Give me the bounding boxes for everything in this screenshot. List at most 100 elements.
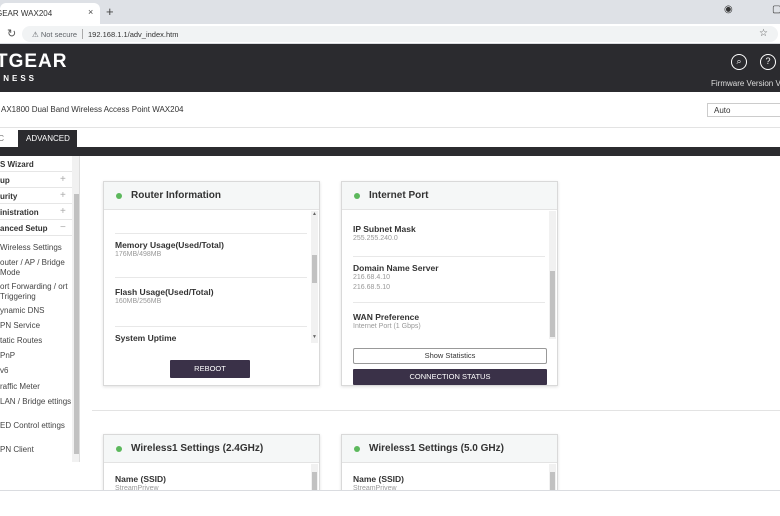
show-statistics-button[interactable]: Show Statistics [353, 348, 547, 364]
card-body: CPU1: 18.44% CPU2: 19.10% CPU3: 18.01% C… [104, 211, 319, 351]
sidebar-item-static-routes[interactable]: tatic Routes [0, 336, 72, 346]
new-tab-icon[interactable]: + [106, 4, 114, 19]
sidebar-item-vpn-service[interactable]: PN Service [0, 321, 72, 331]
brand-subtitle: INESS [0, 74, 38, 83]
dns-label: Domain Name Server [353, 263, 439, 273]
dns-row: Domain Name Server 216.68.4.10 216.68.5.… [353, 263, 545, 303]
browser-tab[interactable]: GEAR WAX204 × [0, 3, 100, 24]
sidebar-item-dynamic-dns[interactable]: ynamic DNS [0, 306, 72, 316]
address-bar: ↻ ⚠ Not secure 192.168.1.1/adv_index.htm… [0, 24, 780, 44]
wan-preference-row: WAN Preference Internet Port (1 Gbps) [353, 312, 545, 340]
card-header: Wireless1 Settings (5.0 GHz) [342, 435, 557, 463]
tab-basic[interactable]: IC [0, 130, 16, 147]
card-body: IP Subnet Mask 255.255.240.0 Domain Name… [342, 211, 557, 341]
status-dot [354, 193, 360, 199]
expand-icon: + [60, 174, 66, 185]
reboot-button[interactable]: REBOOT [170, 360, 250, 378]
wan-preference-label: WAN Preference [353, 312, 420, 322]
subnet-mask-value: 255.255.240.0 [353, 235, 398, 242]
warning-icon: ⚠ [32, 30, 39, 39]
language-select[interactable]: Auto [707, 103, 780, 117]
dns-value-1: 216.68.4.10 [353, 274, 390, 281]
card-title: Router Information [131, 190, 221, 201]
sidebar-item-port-forwarding[interactable]: ort Forwarding / ort Triggering [0, 282, 72, 302]
system-uptime-label: System Uptime [115, 333, 177, 343]
sidebar-item-wireless-settings[interactable]: Wireless Settings [0, 243, 72, 253]
profile-icon[interactable]: ◉ [724, 4, 733, 15]
firmware-version: Firmware Version V [711, 79, 780, 88]
status-dot [116, 193, 122, 199]
tab-close-icon[interactable]: × [88, 7, 93, 17]
expand-icon: + [60, 206, 66, 217]
card-scroll-thumb[interactable] [312, 255, 317, 283]
card-header: Wireless1 Settings (2.4GHz) [104, 435, 319, 463]
sidebar-item-upnp[interactable]: PnP [0, 351, 72, 361]
internet-port-card: Internet Port IP Subnet Mask 255.255.240… [341, 181, 558, 386]
status-dot [354, 446, 360, 452]
url-separator [82, 29, 83, 39]
flash-usage-value: 160MB/256MB [115, 298, 162, 305]
sidebar-section-security[interactable]: urity + [0, 188, 72, 204]
browser-tab-bar: GEAR WAX204 × + ◉ ▢ [0, 0, 780, 24]
memory-usage-label: Memory Usage(Used/Total) [115, 240, 224, 250]
dns-value-2: 216.68.5.10 [353, 284, 390, 291]
sidebar-section-administration[interactable]: inistration + [0, 204, 72, 220]
brand-logo: TGEAR [0, 51, 68, 72]
card-header: Internet Port [342, 182, 557, 210]
ssid-label: Name (SSID) [353, 474, 405, 484]
card-title: Wireless1 Settings (2.4GHz) [131, 443, 264, 454]
ssid-label: Name (SSID) [115, 474, 167, 484]
memory-usage-row: Memory Usage(Used/Total) 176MB/498MB [115, 240, 307, 278]
scroll-up-icon[interactable]: ▲ [311, 211, 318, 217]
card-scrollbar[interactable]: ▲ ▼ [311, 211, 318, 343]
not-secure-label[interactable]: ⚠ Not secure [32, 30, 77, 39]
sidebar-item-vpn-client[interactable]: PN Client [0, 445, 72, 455]
maximize-icon[interactable]: ▢ [772, 4, 780, 15]
card-title: Internet Port [369, 190, 429, 201]
card-scroll-thumb[interactable] [550, 271, 555, 337]
main-tabs: IC ADVANCED [0, 128, 780, 147]
status-dot [116, 446, 122, 452]
wan-preference-value: Internet Port (1 Gbps) [353, 323, 421, 330]
cpu-usage-value: CPU1: 18.44% CPU2: 19.10% CPU3: 18.01% C… [115, 211, 307, 234]
help-icon[interactable]: ? [760, 54, 776, 70]
model-name: AX1800 Dual Band Wireless Access Point W… [1, 105, 184, 114]
sidebar-item-router-ap-bridge[interactable]: outer / AP / Bridge Mode [0, 258, 72, 278]
sidebar-section-setup[interactable]: up + [0, 172, 72, 188]
sidebar-item-led-control[interactable]: ED Control ettings [0, 421, 72, 431]
sidebar-scroll-thumb[interactable] [74, 194, 79, 454]
sidebar: S Wizard up + urity + inistration + anced S… [0, 156, 80, 462]
tab-advanced[interactable]: ADVANCED [18, 130, 77, 147]
scroll-down-icon[interactable]: ▼ [311, 334, 318, 340]
sidebar-item-traffic-meter[interactable]: raffic Meter [0, 382, 72, 392]
card-header: Router Information [104, 182, 319, 210]
subnet-mask-label: IP Subnet Mask [353, 224, 416, 234]
memory-usage-value: 176MB/498MB [115, 251, 162, 258]
expand-icon: + [60, 190, 66, 201]
sidebar-section-advanced-setup[interactable]: anced Setup − [0, 220, 72, 236]
flash-usage-label: Flash Usage(Used/Total) [115, 287, 214, 297]
title-row: AX1800 Dual Band Wireless Access Point W… [0, 92, 780, 128]
bookmark-star-icon[interactable]: ☆ [759, 28, 768, 39]
tab-underline [0, 147, 780, 156]
sidebar-item-vlan-bridge[interactable]: LAN / Bridge ettings [0, 397, 72, 407]
dashboard: Router Information CPU1: 18.44% CPU2: 19… [81, 156, 780, 494]
sidebar-section-wizard[interactable]: S Wizard [0, 156, 72, 172]
card-scrollbar[interactable] [549, 211, 556, 339]
browser-tab-title: GEAR WAX204 [0, 9, 53, 18]
sidebar-item-ipv6[interactable]: v6 [0, 366, 72, 376]
bottom-bar [0, 490, 780, 516]
app-header: TGEAR INESS ⌕ ? Firmware Version V [0, 44, 780, 92]
wireless-24ghz-card: Wireless1 Settings (2.4GHz) Name (SSID) … [103, 434, 320, 494]
url-field[interactable]: ⚠ Not secure 192.168.1.1/adv_index.htm ☆ [22, 26, 778, 42]
card-title: Wireless1 Settings (5.0 GHz) [369, 443, 504, 454]
search-icon[interactable]: ⌕ [731, 54, 747, 70]
router-information-card: Router Information CPU1: 18.44% CPU2: 19… [103, 181, 320, 386]
url-text: 192.168.1.1/adv_index.htm [88, 30, 179, 39]
subnet-mask-row: IP Subnet Mask 255.255.240.0 [353, 224, 545, 257]
section-divider [92, 410, 780, 411]
reload-icon[interactable]: ↻ [7, 27, 16, 40]
flash-usage-row: Flash Usage(Used/Total) 160MB/256MB [115, 287, 307, 327]
wireless-50ghz-card: Wireless1 Settings (5.0 GHz) Name (SSID)… [341, 434, 558, 494]
connection-status-button[interactable]: CONNECTION STATUS [353, 369, 547, 385]
